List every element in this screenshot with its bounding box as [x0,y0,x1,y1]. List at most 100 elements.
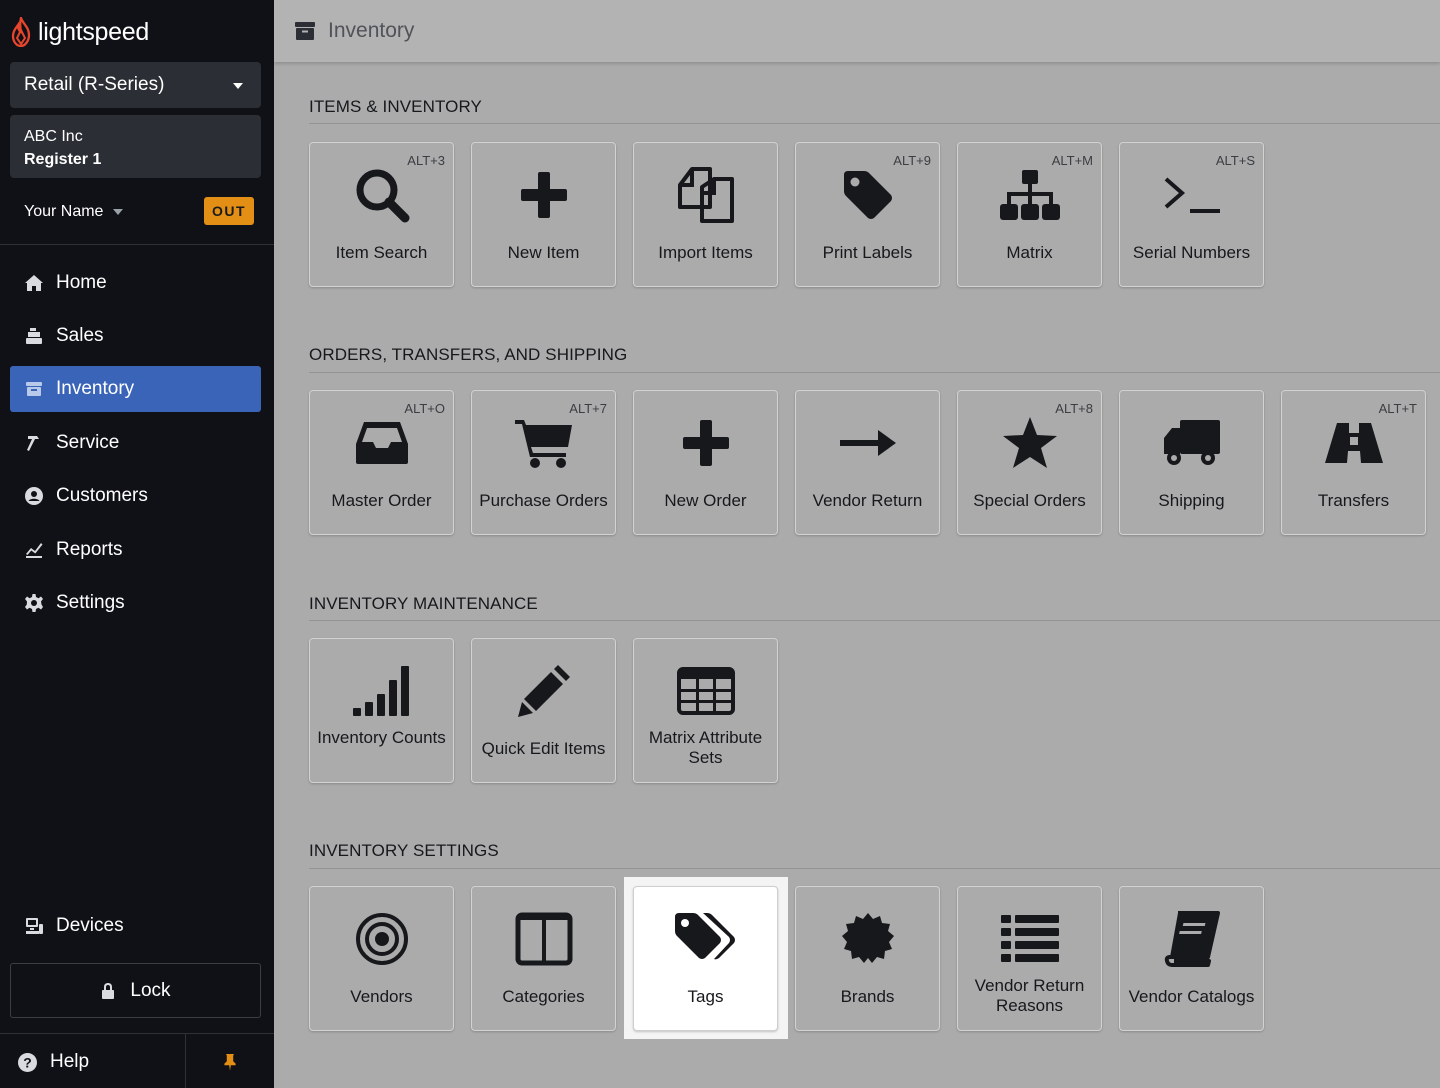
hammer-icon [24,433,44,453]
search-icon [310,163,453,227]
terminal-icon [1120,163,1263,227]
tile-quick-edit-items[interactable]: Quick Edit Items [471,638,616,783]
tile-label: Vendor Return [812,491,923,510]
register-icon [24,326,44,346]
reports-icon [24,540,44,560]
nav-item-devices[interactable]: Devices [10,903,261,949]
list-icon [958,907,1101,971]
tile-special-orders[interactable]: ALT+8 Special Orders [957,390,1102,535]
nav-item-customers[interactable]: Customers [10,473,261,519]
sitemap-icon [958,163,1101,227]
tile-vendor-return-reasons[interactable]: Vendor Return Reasons [957,886,1102,1031]
tile-matrix-attribute-sets[interactable]: Matrix Attribute Sets [633,638,778,783]
store-name: Retail (R-Series) [24,74,165,95]
pin-icon[interactable] [220,1050,240,1074]
tile-print-labels[interactable]: ALT+9 Print Labels [795,142,940,287]
tile-label: Vendors [350,987,413,1006]
cart-icon [472,411,615,475]
tile-tags[interactable]: Tags [633,886,778,1031]
home-icon [24,273,44,293]
tile-item-search[interactable]: ALT+3 Item Search [309,142,454,287]
tile-categories[interactable]: Categories [471,886,616,1031]
tile-label: Inventory Counts [317,728,446,747]
divider [309,868,1440,869]
divider [0,244,274,245]
tile-label: Master Order [331,491,432,510]
gear-icon [24,593,44,613]
plus-icon [472,163,615,227]
flame-icon [11,17,31,47]
section-title: INVENTORY SETTINGS [309,841,499,860]
tile-label: Serial Numbers [1132,243,1251,262]
inventory-icon [295,22,315,40]
register-name: Register 1 [24,151,102,168]
nav-item-reports[interactable]: Reports [10,527,261,573]
user-name: Your Name [24,203,104,220]
divider [185,1034,186,1088]
pencil-icon [472,659,615,723]
tile-shipping[interactable]: Shipping [1119,390,1264,535]
tile-label: Special Orders [973,491,1086,510]
tile-vendor-catalogs[interactable]: Vendor Catalogs [1119,886,1264,1031]
road-icon [1282,411,1425,475]
tile-purchase-orders[interactable]: ALT+7 Purchase Orders [471,390,616,535]
page-header: Inventory [274,0,1440,62]
nav-item-home[interactable]: Home [10,260,261,306]
tile-brands[interactable]: Brands [795,886,940,1031]
tile-new-order[interactable]: New Order [633,390,778,535]
tile-label: Quick Edit Items [481,739,606,758]
tile-inventory-counts[interactable]: Inventory Counts [309,638,454,783]
register-info[interactable]: ABC Inc Register 1 [10,115,261,178]
help-button[interactable]: ? Help [17,1044,89,1080]
tile-label: Transfers [1317,491,1390,510]
tags-icon [634,907,777,971]
tile-matrix[interactable]: ALT+M Matrix [957,142,1102,287]
tile-label: Brands [840,987,895,1006]
tile-label: Vendor Return Reasons [974,976,1085,1015]
tile-label: Matrix Attribute Sets [648,728,763,767]
divider [0,1033,274,1034]
store-selector[interactable]: Retail (R-Series) [10,62,261,108]
nav-label: Home [56,272,107,293]
lightspeed-logo[interactable]: lightspeed [10,15,149,49]
devices-icon [24,916,44,936]
svg-text:?: ? [23,1054,32,1070]
lock-icon [102,982,115,999]
tile-vendor-return[interactable]: Vendor Return [795,390,940,535]
tile-serial-numbers[interactable]: ALT+S Serial Numbers [1119,142,1264,287]
nav-label: Reports [56,539,123,560]
nav-item-inventory[interactable]: Inventory [10,366,261,412]
clock-status-badge[interactable]: OUT [204,197,254,225]
tile-master-order[interactable]: ALT+O Master Order [309,390,454,535]
tile-import-items[interactable]: Import Items [633,142,778,287]
divider [309,620,1440,621]
tile-transfers[interactable]: ALT+T Transfers [1281,390,1426,535]
inventory-icon [24,379,44,399]
tile-new-item[interactable]: New Item [471,142,616,287]
company-name: ABC Inc [24,128,83,145]
nav-item-settings[interactable]: Settings [10,580,261,626]
page-title: Inventory [328,19,415,42]
nav-label: Customers [56,485,148,506]
caret-down-icon [233,83,243,89]
nav-item-service[interactable]: Service [10,420,261,466]
nav-item-sales[interactable]: Sales [10,313,261,359]
tile-label: Matrix [1006,243,1053,262]
truck-icon [1120,411,1263,475]
sidebar: lightspeed Retail (R-Series) ABC Inc Reg… [0,0,274,1088]
tile-vendors[interactable]: Vendors [309,886,454,1031]
table-icon [634,659,777,723]
lock-button[interactable]: Lock [10,963,261,1018]
tag-icon [796,163,939,227]
tile-label: New Order [664,491,747,510]
divider [309,123,1440,124]
question-circle-icon: ? [18,1052,37,1072]
tile-label: Print Labels [822,243,913,262]
inbox-icon [310,411,453,475]
tile-label: Purchase Orders [479,491,608,510]
tile-label: New Item [507,243,580,262]
tile-label: Import Items [658,243,753,262]
user-menu[interactable]: Your Name OUT [24,197,254,227]
arrow-right-icon [796,411,939,475]
section-title: ITEMS & INVENTORY [309,97,482,116]
